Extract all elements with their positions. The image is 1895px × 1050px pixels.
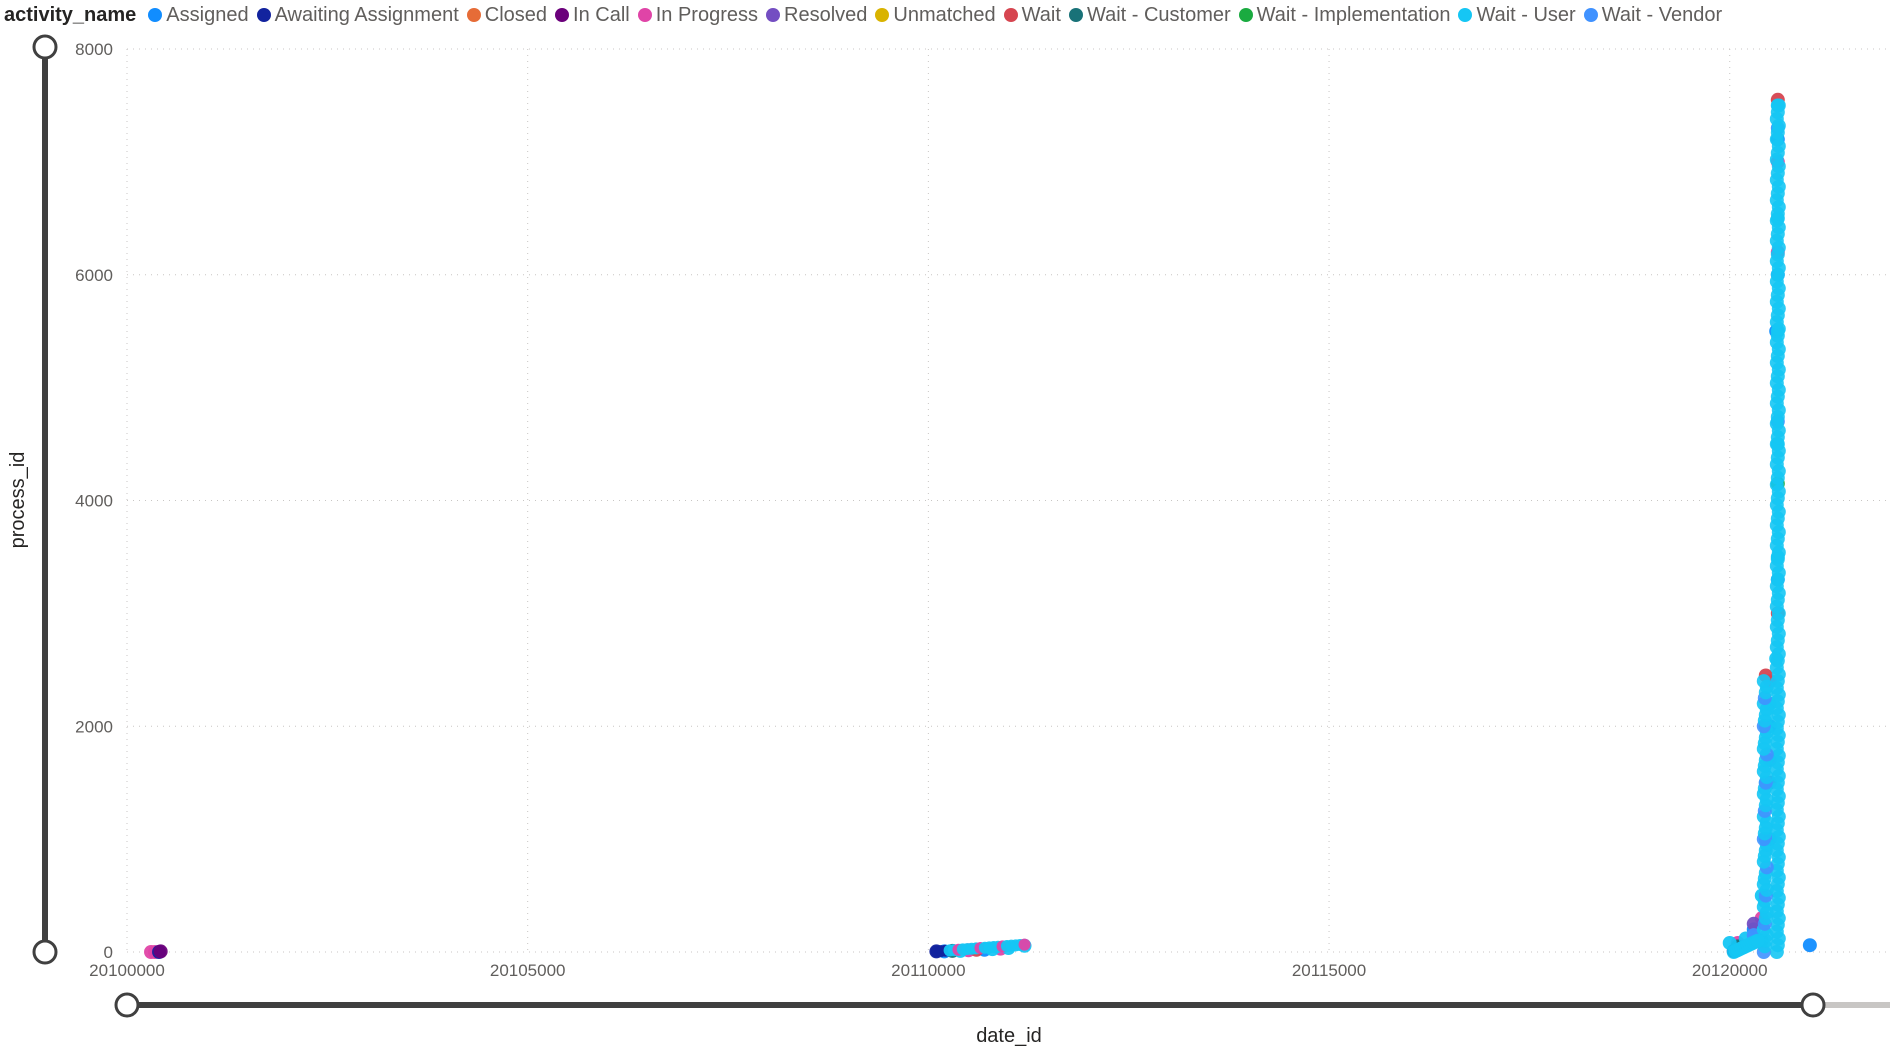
y-axis-title: process_id [7, 452, 29, 549]
data-point[interactable] [1771, 98, 1786, 113]
x-tick-label: 20120000 [1692, 961, 1768, 980]
x-tick-label: 20105000 [490, 961, 566, 980]
x-zoom-slider-handle-right[interactable] [1800, 992, 1826, 1018]
data-point[interactable] [1750, 933, 1765, 948]
y-tick-label: 0 [104, 943, 113, 962]
y-zoom-slider-handle-bottom[interactable] [32, 939, 58, 965]
scatter-chart: 0 2000 4000 6000 8000 20100000 20105000 2011000… [7, 34, 1890, 1047]
y-tick-label: 8000 [75, 40, 113, 59]
x-tick-label: 20100000 [89, 961, 165, 980]
x-axis-title: date_id [976, 1025, 1042, 1047]
data-point[interactable] [153, 944, 168, 959]
x-zoom-slider-handle-left[interactable] [114, 992, 140, 1018]
x-tick-label: 20115000 [1292, 961, 1366, 980]
y-zoom-slider-handle-top[interactable] [32, 34, 58, 60]
data-point[interactable] [1756, 674, 1771, 689]
y-tick-label: 6000 [75, 266, 113, 285]
data-point[interactable] [1018, 938, 1031, 951]
data-point[interactable] [1802, 938, 1817, 953]
y-tick-label: 4000 [75, 492, 113, 511]
y-tick-label: 2000 [75, 717, 113, 736]
x-tick-label: 20110000 [891, 961, 965, 980]
